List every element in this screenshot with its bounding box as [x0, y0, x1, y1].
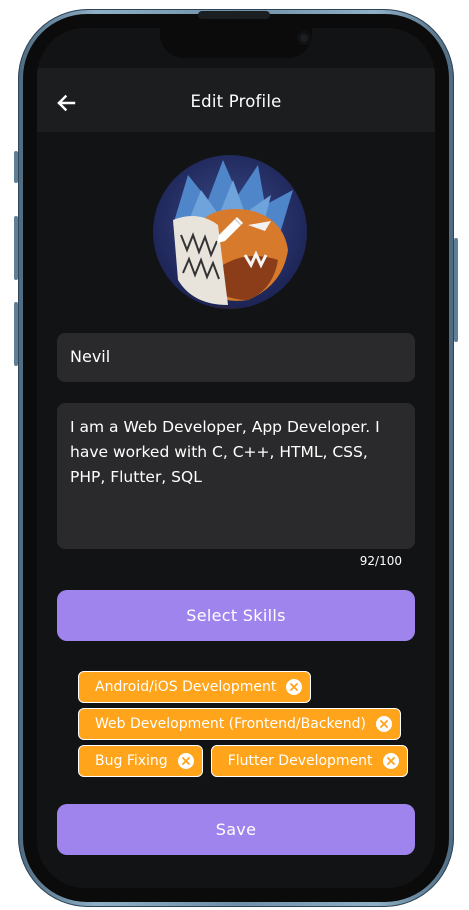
- save-button[interactable]: Save: [57, 804, 415, 855]
- screen: Edit Profile Nevil I am a Web Developer,…: [37, 28, 435, 888]
- skills-chip-list: Android/iOS Development Web Development …: [78, 671, 408, 782]
- pencil-icon[interactable]: [213, 213, 247, 247]
- skill-chip-bug-fixing[interactable]: Bug Fixing: [78, 745, 203, 777]
- side-button-volume-down: [14, 302, 18, 366]
- skill-chip-label: Android/iOS Development: [95, 679, 277, 695]
- side-button-volume-up: [14, 216, 18, 280]
- skill-chip-label: Bug Fixing: [95, 753, 168, 769]
- name-input[interactable]: Nevil: [57, 333, 415, 382]
- skill-chip-web-development[interactable]: Web Development (Frontend/Backend): [78, 708, 401, 740]
- close-circle-icon[interactable]: [382, 753, 399, 769]
- skill-chip-label: Flutter Development: [227, 753, 373, 769]
- skill-chip-flutter-development[interactable]: Flutter Development: [210, 745, 408, 777]
- bio-char-counter: 92/100: [359, 554, 402, 568]
- side-button-mute: [14, 151, 18, 183]
- skill-chip-label: Web Development (Frontend/Backend): [95, 716, 366, 732]
- skill-chip-android-ios[interactable]: Android/iOS Development: [78, 671, 312, 703]
- page-title: Edit Profile: [190, 92, 282, 111]
- front-camera: [297, 31, 311, 45]
- notch: [160, 28, 312, 58]
- bio-textarea[interactable]: I am a Web Developer, App Developer. I h…: [57, 403, 415, 549]
- close-circle-icon[interactable]: [286, 679, 303, 695]
- side-button-power: [454, 238, 458, 342]
- select-skills-button[interactable]: Select Skills: [57, 590, 415, 641]
- profile-avatar[interactable]: [153, 155, 307, 309]
- close-circle-icon[interactable]: [375, 716, 392, 732]
- app-bar: Edit Profile: [37, 68, 435, 132]
- speaker-grille: [198, 11, 270, 19]
- close-circle-icon[interactable]: [177, 753, 194, 769]
